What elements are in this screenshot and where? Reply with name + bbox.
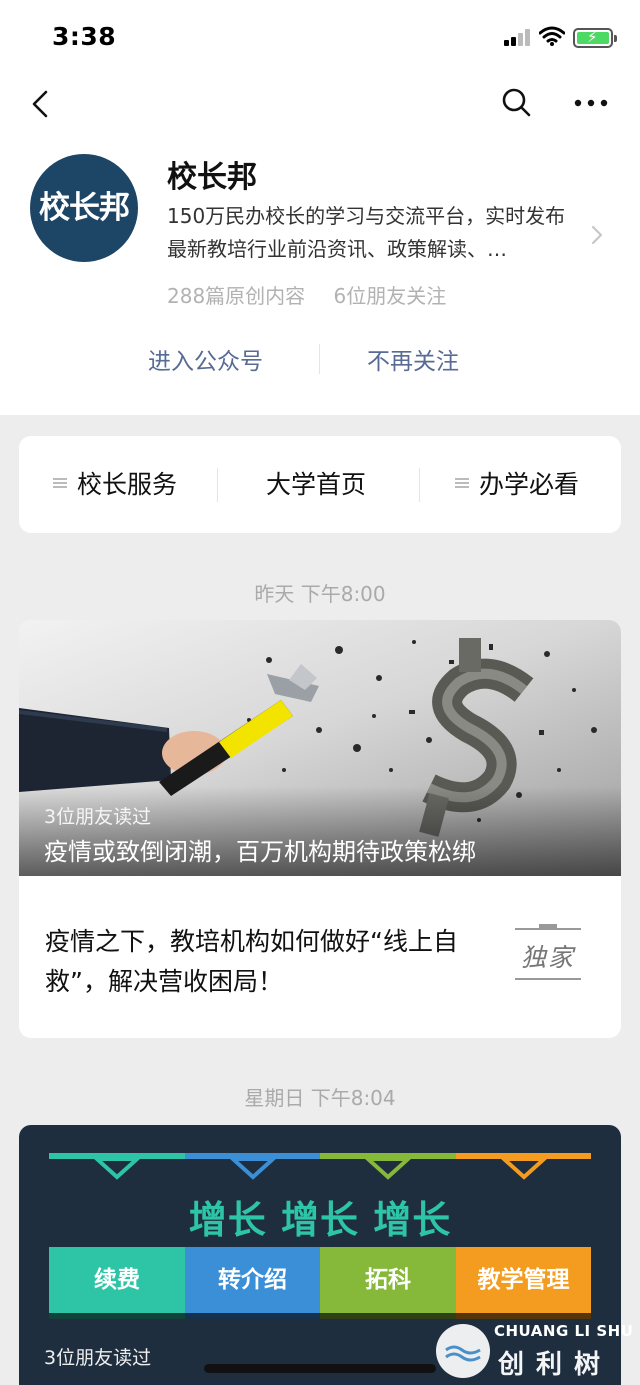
watermark-logo: CHUANG LI SHU 创利树: [436, 1320, 640, 1385]
original-count: 288篇原创内容: [167, 284, 306, 308]
account-description[interactable]: 150万民办校长的学习与交流平台，实时发布最新教培行业前沿资讯、政策解读、…: [167, 200, 577, 266]
watermark-text-en: CHUANG LI SHU: [494, 1322, 634, 1340]
menu-item-must-read[interactable]: 办学必看: [455, 436, 579, 533]
menu-list-icon: [455, 476, 469, 490]
menu-list-icon: [53, 476, 67, 490]
home-indicator[interactable]: [204, 1364, 436, 1373]
arrow-bar-decoration: [49, 1153, 591, 1180]
divider: [515, 978, 581, 980]
article-card[interactable]: 3位朋友读过 疫情或致倒闭潮，百万机构期待政策松绑 疫情之下，教培机构如何做好“…: [19, 620, 621, 1038]
menu-item-label: 校长服务: [77, 470, 178, 499]
chevron-left-icon[interactable]: [28, 88, 56, 120]
tile-label: 教学管理: [477, 1267, 570, 1293]
feed-timestamp: 昨天 下午8:00: [254, 582, 386, 606]
account-stats: 288篇原创内容 6位朋友关注: [167, 280, 468, 309]
battery-icon: ⚡: [573, 28, 617, 48]
menu-item-label: 大学首页: [266, 470, 367, 499]
cellular-signal-icon: [504, 29, 530, 46]
tile-teaching-management: 教学管理: [456, 1247, 591, 1319]
account-name: 校长邦: [167, 160, 257, 195]
feed-timestamp: 星期日 下午8:04: [244, 1086, 396, 1110]
tile-renewal: 续费: [49, 1247, 185, 1319]
thumbnail-text: 独家: [520, 943, 575, 972]
tile-referral: 转介绍: [185, 1247, 320, 1319]
article-title[interactable]: 疫情或致倒闭潮，百万机构期待政策松绑: [44, 832, 476, 867]
chevron-right-icon[interactable]: [590, 224, 604, 246]
top-nav: [0, 78, 640, 138]
friends-following: 6位朋友关注: [333, 284, 447, 308]
account-menu: 校长服务 大学首页 办学必看: [19, 436, 621, 533]
friends-read-count: 3位朋友读过: [44, 806, 152, 828]
tile-label: 续费: [94, 1267, 140, 1293]
thumbnail-tag: [539, 924, 557, 930]
unfollow-button[interactable]: 不再关注: [367, 342, 459, 376]
cover-tiles: 续费 转介绍 拓科 教学管理: [49, 1247, 591, 1319]
status-bar: 3:38 ⚡: [0, 0, 640, 78]
wifi-icon: [539, 26, 565, 46]
search-icon[interactable]: [500, 86, 534, 120]
sub-article-title[interactable]: 疫情之下，教培机构如何做好“线上自救”，解决营收困局！: [45, 922, 485, 1002]
cover-heading: 增长 增长 增长: [188, 1198, 452, 1242]
status-time: 3:38: [52, 22, 117, 51]
sub-article-thumbnail[interactable]: 独家: [515, 924, 581, 982]
watermark-wave-icon: [436, 1324, 490, 1378]
tile-label: 转介绍: [218, 1267, 287, 1293]
menu-item-university-home[interactable]: 大学首页: [266, 436, 366, 533]
article-cover-image[interactable]: 3位朋友读过 疫情或致倒闭潮，百万机构期待政策松绑: [19, 620, 621, 876]
avatar[interactable]: 校长邦: [30, 154, 138, 262]
divider: [319, 344, 320, 374]
divider: [217, 468, 218, 502]
tile-expand-subjects: 拓科: [320, 1247, 456, 1319]
menu-item-principal-services[interactable]: 校长服务: [53, 436, 177, 533]
watermark-text-cn: 创利树: [498, 1350, 613, 1380]
friends-read-count: 3位朋友读过: [44, 1347, 152, 1369]
menu-item-label: 办学必看: [479, 470, 580, 499]
enter-account-button[interactable]: 进入公众号: [148, 342, 263, 376]
tile-label: 拓科: [365, 1267, 411, 1293]
more-dots-icon[interactable]: [574, 98, 608, 108]
account-profile: 校长邦 校长邦 150万民办校长的学习与交流平台，实时发布最新教培行业前沿资讯、…: [0, 138, 640, 415]
profile-actions: 进入公众号 不再关注: [0, 330, 640, 386]
divider: [419, 468, 420, 502]
